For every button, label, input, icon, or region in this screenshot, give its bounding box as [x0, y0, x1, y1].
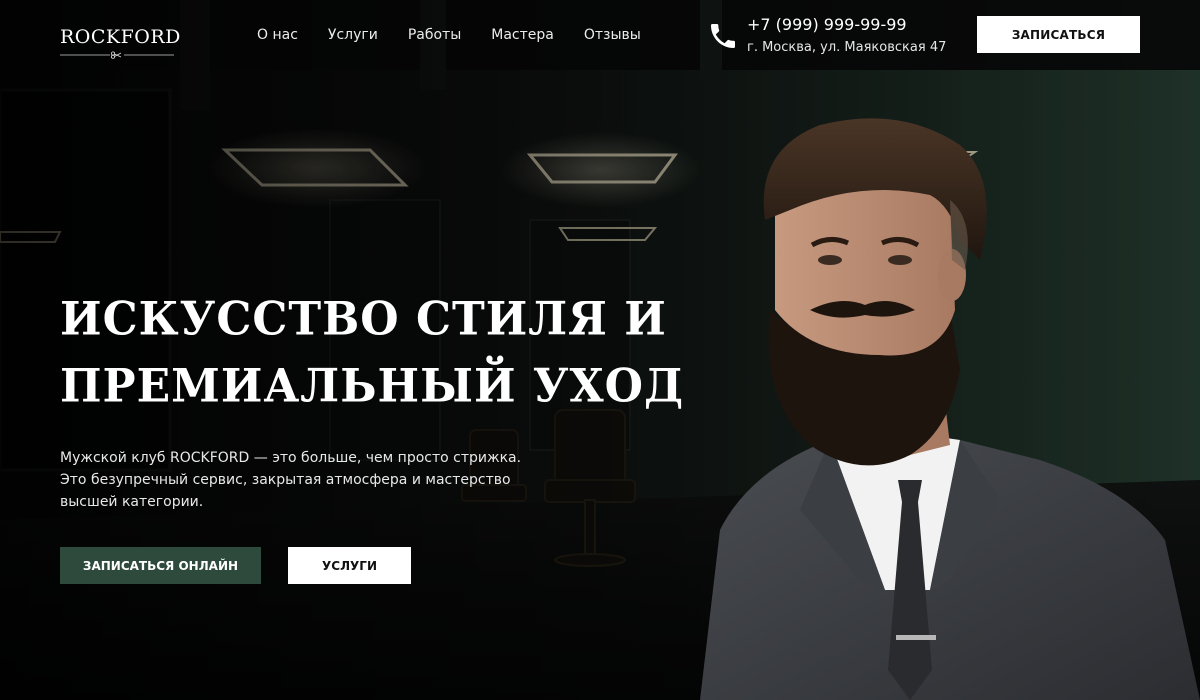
main-nav: О нас Услуги Работы Мастера Отзывы	[257, 26, 641, 44]
address-text: г. Москва, ул. Маяковская 47	[747, 40, 947, 55]
logo-text: ROCKFORD	[60, 26, 181, 48]
hero-title-line-2: премиальный уход	[60, 359, 685, 414]
hero-title-line-1: Искусство стиля и	[60, 292, 667, 346]
book-online-button[interactable]: ЗАПИСАТЬСЯ ОНЛАЙН	[60, 547, 261, 584]
nav-item-masters[interactable]: Мастера	[491, 26, 554, 44]
logo[interactable]: ROCKFORD	[60, 26, 181, 59]
site-header: ROCKFORD О нас Услуги Работы Мастера Отз…	[0, 0, 1200, 70]
hero-description: Мужской клуб ROCKFORD — это больше, чем …	[60, 450, 522, 510]
phone-icon	[711, 24, 735, 48]
nav-item-services[interactable]: Услуги	[328, 26, 378, 44]
nav-item-works[interactable]: Работы	[408, 26, 461, 44]
header-book-button[interactable]: ЗАПИСАТЬСЯ	[977, 16, 1140, 53]
phone-number-link[interactable]: +7 (999) 999-99-99	[747, 14, 957, 36]
contact-block: +7 (999) 999-99-99 г. Москва, ул. Маяков…	[747, 14, 957, 58]
services-button[interactable]: УСЛУГИ	[288, 547, 411, 584]
hero-portrait-image	[700, 118, 1200, 700]
hero-title: Искусство стиля и премиальный уход	[60, 286, 685, 420]
nav-item-about[interactable]: О нас	[257, 26, 298, 44]
scissors-icon	[60, 51, 174, 59]
nav-item-reviews[interactable]: Отзывы	[584, 26, 641, 44]
